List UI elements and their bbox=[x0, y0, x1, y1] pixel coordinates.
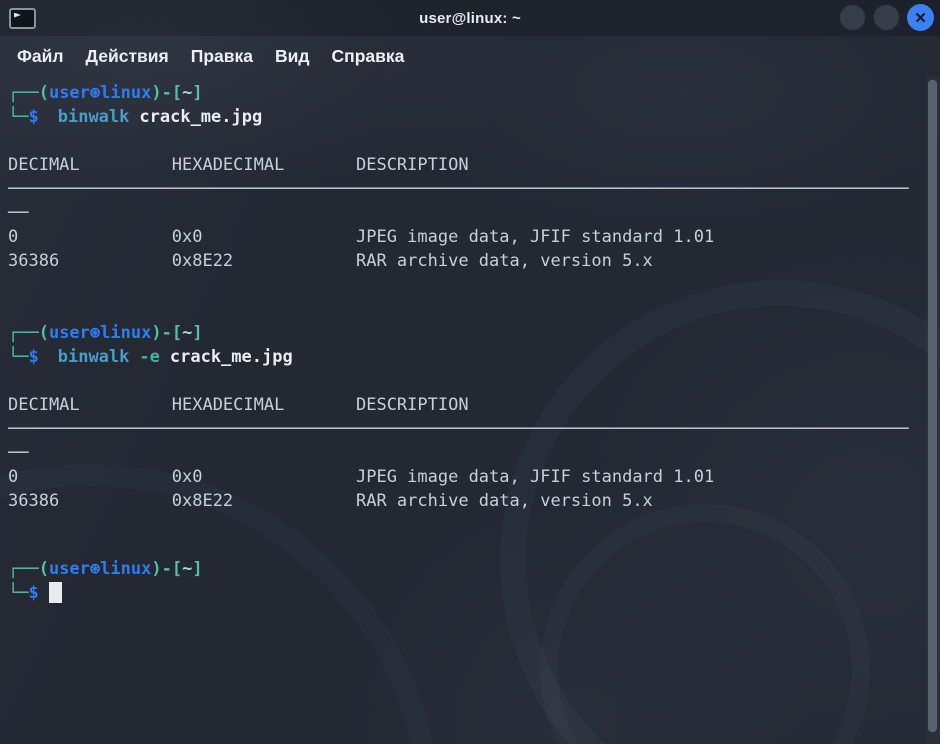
kali-at-icon: ⊛ bbox=[90, 559, 100, 579]
prompt-user: user bbox=[49, 83, 90, 103]
menu-item-edit[interactable]: Правка bbox=[180, 46, 264, 67]
command-flag: -e bbox=[139, 347, 159, 367]
kali-at-icon: ⊛ bbox=[90, 323, 100, 343]
prompt-frame: ] bbox=[192, 323, 202, 343]
prompt-host: linux bbox=[100, 323, 151, 343]
scrollbar-track[interactable] bbox=[926, 76, 940, 744]
command-line: └─$ binwalk crack_me.jpg bbox=[8, 105, 920, 129]
output-row: 0 0x0 JPEG image data, JFIF standard 1.0… bbox=[8, 225, 920, 249]
command-arg-file: crack_me.jpg bbox=[170, 347, 293, 367]
terminal-content[interactable]: ┌──(user⊛linux)-[~] └─$binwalkcrack_me.j… bbox=[0, 76, 940, 744]
prompt-frame: )-[ bbox=[151, 323, 182, 343]
prompt-line: ┌──(user⊛linux)-[~] bbox=[8, 81, 920, 105]
menu-item-actions[interactable]: Действия bbox=[75, 46, 180, 67]
command-line: └─$ binwalk -e crack_me.jpg bbox=[8, 345, 920, 369]
output-separator: ────────────────────────────────────────… bbox=[8, 417, 920, 441]
prompt-cwd: ~ bbox=[182, 323, 192, 343]
prompt-symbol: $ bbox=[28, 583, 38, 603]
prompt-host: linux bbox=[100, 559, 151, 579]
output-row: 36386 0x8E22 RAR archive data, version 5… bbox=[8, 489, 920, 513]
prompt-frame: )-[ bbox=[151, 83, 182, 103]
menu-bar: Файл Действия Правка Вид Справка bbox=[0, 36, 940, 76]
output-row: 36386 0x8E22 RAR archive data, version 5… bbox=[8, 249, 920, 273]
window-title: user@linux: ~ bbox=[0, 10, 940, 27]
output-separator-wrap: ── bbox=[8, 441, 920, 465]
prompt-user: user bbox=[49, 323, 90, 343]
prompt-cwd: ~ bbox=[182, 559, 192, 579]
prompt-symbol: $ bbox=[28, 107, 38, 127]
prompt-frame: └─ bbox=[8, 347, 28, 367]
terminal-cursor bbox=[49, 582, 62, 603]
prompt-block-3: ┌──(user⊛linux)-[~] └─$ bbox=[8, 557, 920, 605]
menu-item-help[interactable]: Справка bbox=[321, 46, 416, 67]
prompt-block-1: ┌──(user⊛linux)-[~] └─$ binwalk crack_me.j… bbox=[8, 81, 920, 129]
output-separator-wrap: ── bbox=[8, 201, 920, 225]
prompt-cwd: ~ bbox=[182, 83, 192, 103]
prompt-frame: ┌──( bbox=[8, 323, 49, 343]
prompt-frame: ┌──( bbox=[8, 83, 49, 103]
prompt-frame: ] bbox=[192, 83, 202, 103]
prompt-frame: ] bbox=[192, 559, 202, 579]
command-name: binwalk bbox=[58, 107, 130, 127]
binwalk-output-1: DECIMAL HEXADECIMAL DESCRIPTION ────────… bbox=[8, 153, 920, 273]
command-line: └─$ bbox=[8, 581, 920, 605]
window-controls: ✕ bbox=[839, 4, 934, 31]
command-name: binwalk bbox=[58, 347, 130, 367]
menu-item-file[interactable]: Файл bbox=[6, 46, 75, 67]
command-arg-file: crack_me.jpg bbox=[139, 107, 262, 127]
prompt-symbol: $ bbox=[28, 347, 38, 367]
prompt-frame: ┌──( bbox=[8, 559, 49, 579]
binwalk-output-2: DECIMAL HEXADECIMAL DESCRIPTION ────────… bbox=[8, 393, 920, 513]
output-row: 0 0x0 JPEG image data, JFIF standard 1.0… bbox=[8, 465, 920, 489]
output-separator: ────────────────────────────────────────… bbox=[8, 177, 920, 201]
scrollbar-thumb[interactable] bbox=[928, 80, 937, 732]
minimize-button[interactable] bbox=[839, 4, 866, 31]
prompt-block-2: ┌──(user⊛linux)-[~] └─$ binwalk -e crack_me… bbox=[8, 321, 920, 369]
output-header: DECIMAL HEXADECIMAL DESCRIPTION bbox=[8, 153, 920, 177]
output-header: DECIMAL HEXADECIMAL DESCRIPTION bbox=[8, 393, 920, 417]
kali-at-icon: ⊛ bbox=[90, 83, 100, 103]
prompt-line: ┌──(user⊛linux)-[~] bbox=[8, 557, 920, 581]
prompt-frame: └─ bbox=[8, 107, 28, 127]
prompt-host: linux bbox=[100, 83, 151, 103]
prompt-frame: └─ bbox=[8, 583, 28, 603]
titlebar[interactable]: user@linux: ~ ✕ bbox=[0, 0, 940, 36]
maximize-button[interactable] bbox=[873, 4, 900, 31]
close-icon: ✕ bbox=[914, 9, 927, 27]
prompt-user: user bbox=[49, 559, 90, 579]
menu-item-view[interactable]: Вид bbox=[264, 46, 321, 67]
prompt-frame: )-[ bbox=[151, 559, 182, 579]
prompt-line: ┌──(user⊛linux)-[~] bbox=[8, 321, 920, 345]
close-button[interactable]: ✕ bbox=[907, 4, 934, 31]
